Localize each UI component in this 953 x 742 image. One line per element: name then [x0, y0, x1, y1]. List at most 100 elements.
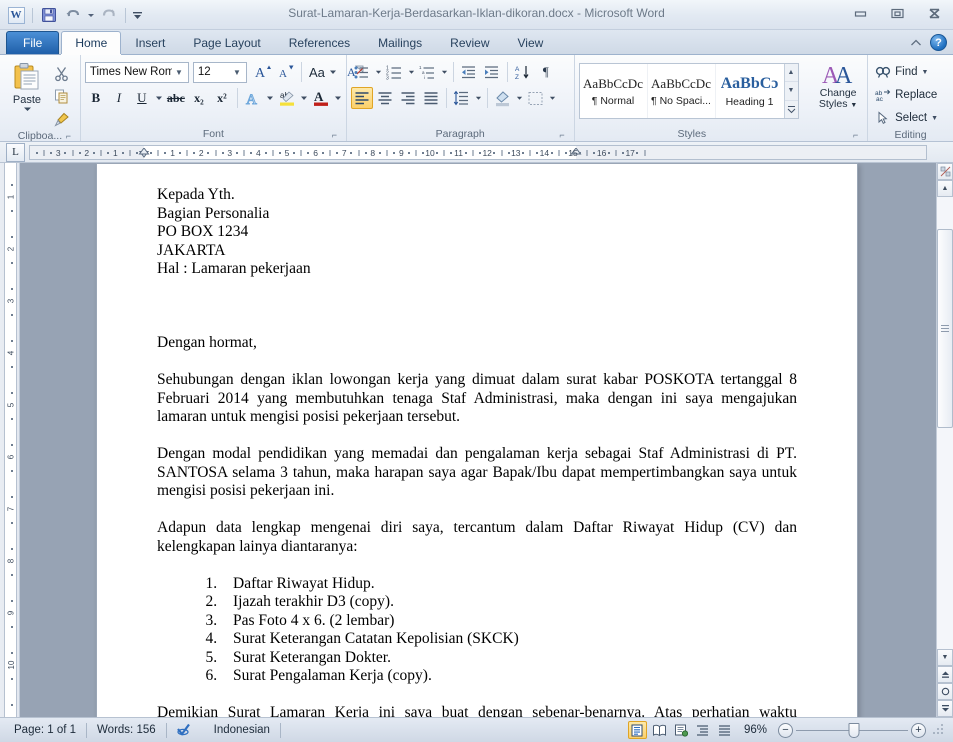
text-effects-dropdown-icon[interactable]	[265, 87, 275, 109]
style-item-heading-1[interactable]: AaBbCɔ Heading 1	[716, 64, 784, 118]
styles-scroll-down-button[interactable]: ▼	[784, 82, 798, 101]
strikethrough-button[interactable]: abc	[165, 87, 187, 109]
find-dropdown-icon[interactable]: ▼	[922, 69, 929, 76]
zoom-out-button[interactable]: −	[778, 722, 793, 738]
align-left-icon[interactable]	[350, 87, 373, 109]
document-canvas[interactable]: Kepada Yth. Bagian Personalia PO BOX 123…	[20, 163, 936, 717]
paste-button[interactable]: Paste	[4, 59, 50, 112]
styles-more-button[interactable]	[785, 101, 798, 118]
page-indicator[interactable]: Page: 1 of 1	[4, 721, 86, 740]
replace-button[interactable]: ab ac Replace	[872, 84, 940, 106]
proofing-status[interactable]	[167, 721, 204, 740]
bold-button[interactable]: B	[85, 87, 107, 109]
word-count[interactable]: Words: 156	[87, 721, 166, 740]
font-color-dropdown-icon[interactable]	[333, 87, 343, 109]
change-styles-button[interactable]: A A Change Styles ▼	[813, 60, 863, 111]
shading-icon[interactable]	[492, 87, 514, 109]
view-draft-button[interactable]	[716, 721, 735, 739]
scroll-up-button[interactable]: ▲	[937, 180, 953, 197]
scroll-thumb[interactable]	[937, 228, 953, 428]
tab-stop-selector[interactable]: L	[6, 142, 25, 162]
view-web-layout-button[interactable]	[672, 721, 691, 739]
find-button[interactable]: Find ▼	[872, 61, 931, 83]
tab-page-layout[interactable]: Page Layout	[179, 31, 274, 54]
text-effects-icon[interactable]: A	[242, 87, 264, 109]
borders-dropdown-icon[interactable]	[548, 87, 557, 109]
justify-icon[interactable]	[420, 87, 442, 109]
font-size-combo[interactable]: 12 ▼	[192, 61, 247, 83]
zoom-slider-handle[interactable]	[848, 722, 860, 738]
scroll-track[interactable]	[937, 197, 953, 649]
show-formatting-marks-icon[interactable]: ¶	[535, 61, 557, 83]
copy-icon[interactable]	[50, 85, 72, 107]
tab-insert[interactable]: Insert	[121, 31, 179, 54]
italic-button[interactable]: I	[108, 87, 130, 109]
window-resize-grip[interactable]	[933, 724, 945, 736]
subscript-button[interactable]: x₂	[188, 87, 210, 109]
underline-button[interactable]: U	[131, 87, 153, 109]
vertical-ruler[interactable]: 1 2 3 4 5 6 7 8 9 10	[0, 163, 20, 717]
minimize-button[interactable]	[847, 4, 873, 22]
superscript-button[interactable]: x²	[211, 87, 233, 109]
tab-view[interactable]: View	[504, 31, 558, 54]
borders-icon[interactable]	[525, 87, 547, 109]
view-print-layout-button[interactable]	[627, 721, 647, 739]
font-dialog-launcher[interactable]: ⌐	[329, 129, 340, 140]
numbering-dropdown-icon[interactable]	[407, 61, 416, 83]
sort-icon[interactable]: A Z	[512, 61, 534, 83]
language-indicator[interactable]: Indonesian	[204, 721, 280, 740]
multilevel-list-icon[interactable]: 1 a i	[417, 61, 439, 83]
highlight-color-icon[interactable]: ab	[276, 87, 298, 109]
collapse-ribbon-icon[interactable]	[909, 37, 923, 49]
font-color-icon[interactable]: A	[310, 87, 332, 109]
close-button[interactable]	[921, 4, 947, 22]
tab-home[interactable]: Home	[61, 31, 122, 54]
view-full-screen-reading-button[interactable]	[650, 721, 669, 739]
ruler-scale[interactable]: 3 2 1 1 2 3 4 5 6 7 8 9 10 11 12 13 14 15 16 17	[29, 144, 927, 160]
document-body[interactable]: Kepada Yth. Bagian Personalia PO BOX 123…	[97, 164, 857, 717]
tab-mailings[interactable]: Mailings	[364, 31, 436, 54]
change-case-icon[interactable]: Aa	[306, 61, 340, 83]
previous-page-button[interactable]	[937, 666, 953, 683]
shading-dropdown-icon[interactable]	[515, 87, 524, 109]
numbering-icon[interactable]: 1 2 3	[384, 61, 406, 83]
document-page[interactable]: Kepada Yth. Bagian Personalia PO BOX 123…	[96, 163, 858, 717]
format-painter-icon[interactable]	[50, 108, 72, 130]
font-name-combo[interactable]: Times New Rom ▼	[84, 61, 189, 83]
cut-icon[interactable]	[50, 62, 72, 84]
style-item-normal[interactable]: AaBbCcDc ¶ Normal	[580, 64, 648, 118]
select-dropdown-icon[interactable]: ▼	[931, 115, 938, 122]
clipboard-dialog-launcher[interactable]: ⌐	[63, 130, 74, 141]
zoom-slider[interactable]	[796, 722, 908, 738]
paragraph-dialog-launcher[interactable]: ⌐	[557, 129, 568, 140]
highlight-dropdown-icon[interactable]	[299, 87, 309, 109]
tab-file[interactable]: File	[6, 31, 60, 54]
styles-dialog-launcher[interactable]: ⌐	[850, 129, 861, 140]
next-page-button[interactable]	[937, 700, 953, 717]
restore-button[interactable]	[884, 4, 910, 22]
underline-dropdown-icon[interactable]	[154, 87, 164, 109]
tab-review[interactable]: Review	[436, 31, 503, 54]
hanging-indent-marker[interactable]	[138, 146, 150, 159]
select-browse-object-button[interactable]	[937, 163, 953, 180]
style-item-no-spacing[interactable]: AaBbCcDc ¶ No Spaci...	[648, 64, 716, 118]
align-right-icon[interactable]	[397, 87, 419, 109]
multilevel-dropdown-icon[interactable]	[440, 61, 449, 83]
zoom-level[interactable]: 96%	[738, 724, 775, 736]
line-spacing-dropdown-icon[interactable]	[474, 87, 483, 109]
grow-font-icon[interactable]: A	[252, 61, 274, 83]
tab-references[interactable]: References	[275, 31, 364, 54]
align-center-icon[interactable]	[374, 87, 396, 109]
bullets-icon[interactable]	[351, 61, 373, 83]
zoom-in-button[interactable]: +	[911, 722, 926, 738]
help-button[interactable]: ?	[930, 34, 947, 51]
scroll-down-button[interactable]: ▼	[937, 649, 953, 666]
increase-indent-icon[interactable]	[481, 61, 503, 83]
shrink-font-icon[interactable]: A	[275, 61, 297, 83]
bullets-dropdown-icon[interactable]	[374, 61, 383, 83]
styles-scroll-up-button[interactable]: ▲	[784, 64, 798, 83]
view-outline-button[interactable]	[694, 721, 713, 739]
select-button[interactable]: Select ▼	[872, 107, 941, 129]
browse-object-button[interactable]	[937, 683, 953, 700]
decrease-indent-icon[interactable]	[458, 61, 480, 83]
